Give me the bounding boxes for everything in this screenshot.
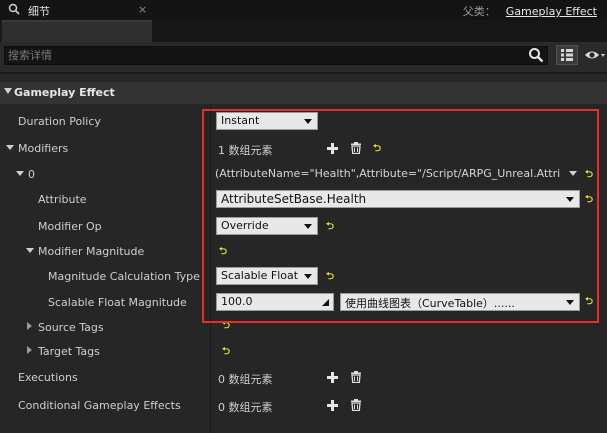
magnifier-icon <box>8 3 20 15</box>
eye-icon <box>585 51 605 59</box>
grid-view-button[interactable] <box>556 45 578 65</box>
modifier-magnitude-label: Modifier Magnitude <box>38 245 145 258</box>
chevron-right-icon[interactable] <box>27 346 32 354</box>
chevron-down-icon[interactable] <box>6 145 14 150</box>
search-icon[interactable] <box>528 47 544 63</box>
attribute-label: Attribute <box>38 193 87 206</box>
tab-details[interactable] <box>2 20 152 42</box>
parent-class-info: 父类： Gameplay Effect <box>463 3 597 19</box>
chevron-down-icon[interactable] <box>16 171 24 176</box>
source-tags-label: Source Tags <box>38 321 104 334</box>
element-index-label: 0 <box>28 168 35 181</box>
visibility-button[interactable] <box>584 46 606 64</box>
magnitude-calc-label: Magnitude Calculation Type <box>48 270 200 283</box>
modifier-op-label: Modifier Op <box>38 220 102 233</box>
close-icon[interactable]: × <box>138 3 147 16</box>
executions-count: 0 数组元素 <box>218 373 273 386</box>
add-element-icon[interactable] <box>327 372 338 383</box>
duration-policy-label: Duration Policy <box>18 115 101 128</box>
modifiers-label: Modifiers <box>18 142 69 155</box>
tab-label: 细节 <box>28 5 50 18</box>
chevron-right-icon[interactable] <box>27 322 32 330</box>
scalable-float-label: Scalable Float Magnitude <box>48 296 187 309</box>
conditional-effects-count: 0 数组元素 <box>218 401 273 414</box>
highlight-box <box>202 109 599 323</box>
chevron-down-icon[interactable] <box>4 88 12 94</box>
grid-view-icon <box>561 49 573 61</box>
trash-icon[interactable] <box>350 371 362 384</box>
add-element-icon[interactable] <box>327 400 338 411</box>
parent-class-label: 父类： <box>462 5 496 18</box>
chevron-down-icon[interactable] <box>26 248 34 253</box>
parent-class-link[interactable]: Gameplay Effect <box>506 5 597 18</box>
tab-bar-background <box>152 20 607 42</box>
conditional-effects-label: Conditional Gameplay Effects <box>18 399 181 412</box>
section-title: Gameplay Effect <box>14 86 115 99</box>
executions-label: Executions <box>18 371 78 384</box>
search-input[interactable] <box>8 48 508 63</box>
trash-icon[interactable] <box>350 399 362 412</box>
target-tags-label: Target Tags <box>38 345 100 358</box>
reset-icon[interactable]: ⮌ <box>222 347 232 357</box>
